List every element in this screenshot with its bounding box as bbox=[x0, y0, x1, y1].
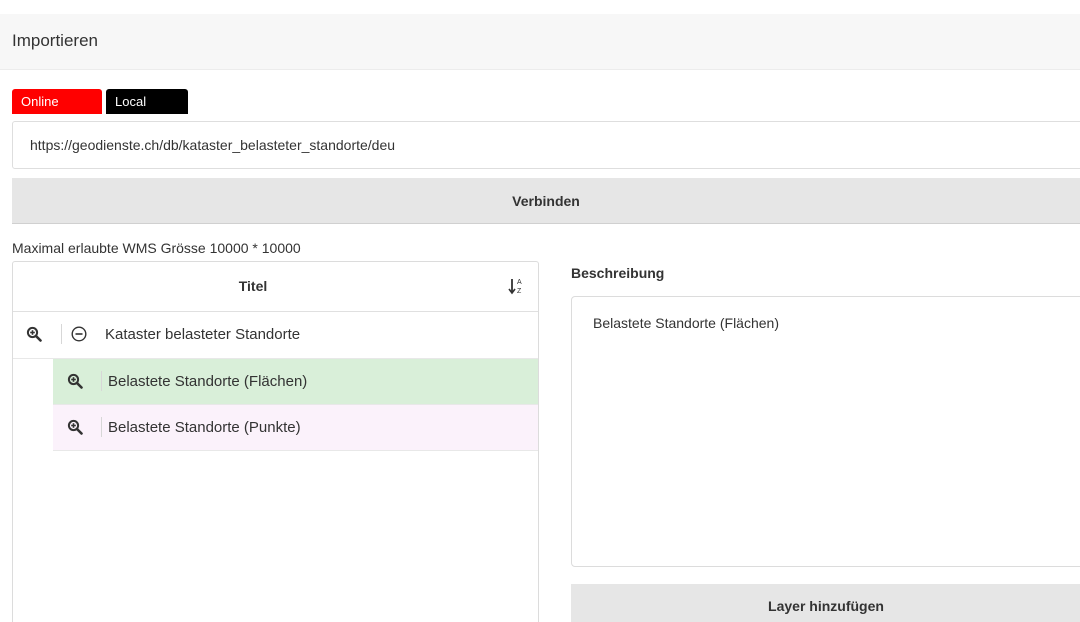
tree-row-root[interactable]: Kataster belasteter Standorte bbox=[13, 312, 538, 359]
tab-online[interactable]: Online bbox=[12, 89, 102, 114]
row-separator bbox=[101, 371, 102, 391]
dialog-header: Importieren bbox=[0, 14, 1080, 70]
tree-item-label: Belastete Standorte (Punkte) bbox=[108, 419, 301, 436]
tree-row-flaechen[interactable]: Belastete Standorte (Flächen) bbox=[53, 359, 538, 405]
tree-header: Titel A Z bbox=[13, 262, 538, 312]
svg-text:A: A bbox=[517, 279, 522, 286]
description-box: Belastete Standorte (Flächen) bbox=[571, 296, 1080, 567]
row-separator bbox=[61, 324, 62, 344]
minus-circle-icon[interactable] bbox=[71, 326, 87, 342]
source-tabs: Online Local bbox=[12, 89, 188, 114]
sort-alpha-icon[interactable]: A Z bbox=[508, 276, 524, 296]
zoom-in-icon[interactable] bbox=[67, 373, 83, 389]
connect-button-label: Verbinden bbox=[512, 192, 580, 209]
max-wms-size-text: Maximal erlaubte WMS Grösse 10000 * 1000… bbox=[12, 240, 301, 256]
layer-tree: Titel A Z Kataster belasteter Standorte bbox=[12, 261, 539, 622]
tree-row-punkte[interactable]: Belastete Standorte (Punkte) bbox=[53, 405, 538, 451]
add-layer-button[interactable]: Layer hinzufügen bbox=[571, 584, 1080, 622]
column-title[interactable]: Titel bbox=[13, 278, 493, 294]
svg-text:Z: Z bbox=[517, 288, 522, 295]
dialog-title: Importieren bbox=[12, 31, 98, 50]
zoom-in-icon[interactable] bbox=[67, 419, 83, 435]
row-separator bbox=[101, 417, 102, 437]
tree-item-label: Kataster belasteter Standorte bbox=[105, 326, 301, 343]
url-input[interactable] bbox=[12, 121, 1080, 169]
description-label: Beschreibung bbox=[571, 265, 665, 281]
zoom-in-icon[interactable] bbox=[26, 326, 42, 342]
tree-item-label: Belastete Standorte (Flächen) bbox=[108, 373, 308, 390]
add-layer-button-label: Layer hinzufügen bbox=[768, 598, 884, 614]
connect-button[interactable]: Verbinden bbox=[12, 178, 1080, 224]
tab-local[interactable]: Local bbox=[106, 89, 188, 114]
